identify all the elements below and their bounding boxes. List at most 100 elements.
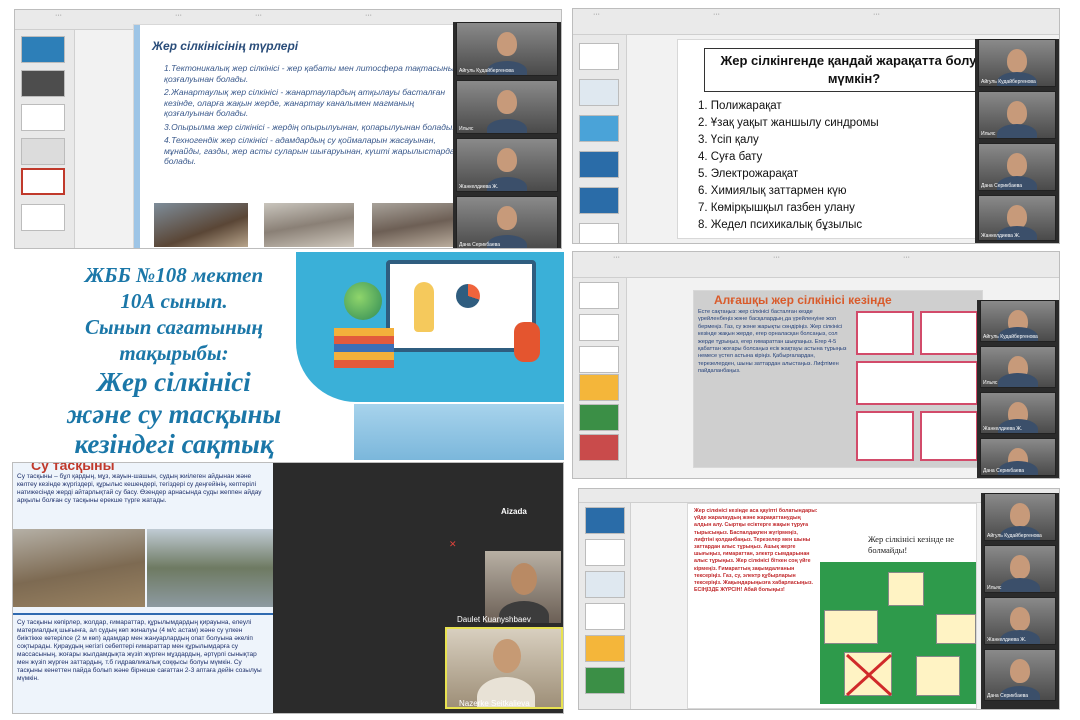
screenshot-panel-dont-do: Жер сілкінісі кезінде аса қауіпті болаты… xyxy=(578,488,1060,710)
slide-thumbnail-selected[interactable] xyxy=(21,168,65,195)
person-illustration xyxy=(514,322,540,362)
flood-paragraph: Су тасқыны көпірлер, жолдар, ғимараттар,… xyxy=(17,619,262,682)
slide-thumbnail[interactable] xyxy=(21,138,65,165)
rule-picture xyxy=(936,614,976,644)
slide-thumbnail[interactable] xyxy=(579,282,619,309)
safety-pictogram xyxy=(856,411,914,461)
slide-thumbnail[interactable] xyxy=(579,434,619,461)
prohibit-cross-icon xyxy=(845,653,893,697)
participant-name-label: Nazerke Seitkalieva xyxy=(459,699,530,708)
rule-picture xyxy=(888,572,924,606)
video-participants-strip: Айгуль Кудайбергенова Ильяс Жанкелдиева … xyxy=(981,493,1059,709)
instructions-text: Есте сақтаңыз: жер сілкінісі басталған к… xyxy=(698,309,847,375)
slide-canvas: Жер сілкінгенде қандай жарақатта болуы м… xyxy=(677,39,977,239)
participant-video[interactable]: Ильяс xyxy=(978,91,1056,139)
slide-title: Алғашқы жер сілкінісі кезінде xyxy=(714,293,892,307)
slide-title: Жер сілкінгенде қандай жарақатта болуы м… xyxy=(720,53,977,86)
participant-video[interactable]: Айгуль Кудайбергенова xyxy=(980,300,1056,342)
list-item: 6. Химиялық заттармен күю xyxy=(698,185,847,197)
subtitle-line: Сынып сағатының xyxy=(84,315,264,339)
class-hour-title-card: ЖББ №108 мектеп 10А сынып. Сынып сағатын… xyxy=(14,252,564,460)
participant-video[interactable]: Дана Серикбаева xyxy=(456,196,558,248)
flood-photo-car xyxy=(13,529,145,607)
participant-name-label: Daulet Kuanyshbaev xyxy=(457,615,531,624)
slide-thumbnail[interactable] xyxy=(21,70,65,97)
list-item: 5. Электрожарақат xyxy=(698,168,799,180)
participant-video-active[interactable] xyxy=(445,627,563,709)
slide-thumbnail[interactable] xyxy=(579,346,619,373)
list-item: 1. Полижарақат xyxy=(698,100,782,112)
slide-thumbnail[interactable] xyxy=(21,36,65,63)
ppt-ribbon: ··· ··· ··· xyxy=(573,9,1059,35)
participant-video[interactable]: Айгуль Кудайбергенова xyxy=(456,22,558,76)
slide-thumbnail[interactable] xyxy=(579,79,619,106)
topic-title: және су тасқыны xyxy=(66,399,282,429)
globe-icon xyxy=(344,282,382,320)
slide-thumbnail[interactable] xyxy=(21,204,65,231)
slide-thumbnail[interactable] xyxy=(579,187,619,214)
slide-thumbnail[interactable] xyxy=(585,667,625,694)
video-participants-strip: Айгуль Кудайбергенова Ильяс Жанкелдиева … xyxy=(453,22,561,248)
subtitle-line: тақырыбы: xyxy=(119,341,229,365)
slide-thumbnail[interactable] xyxy=(579,115,619,142)
slide-thumbnail[interactable] xyxy=(585,635,625,662)
participant-video[interactable]: Айгуль Кудайбергенова xyxy=(984,493,1056,541)
list-item: 3. Үсіп қалу xyxy=(698,134,759,146)
slide-title: Жер сілкінісінің түрлері xyxy=(152,39,299,53)
slide-canvas: Жер сілкінісі кезінде аса қауіпті болаты… xyxy=(687,503,977,709)
list-item: 7. Көмірқышқыл газбен улану xyxy=(698,202,855,214)
slide-thumbnail[interactable] xyxy=(21,104,65,131)
slide-thumbnails[interactable] xyxy=(573,278,627,478)
participant-video[interactable]: Ильяс xyxy=(456,80,558,134)
screenshot-panel-first-quake: ··· ··· ··· Алғашқы жер сілкінісі кезінде … xyxy=(572,251,1060,479)
slide-thumbnail[interactable] xyxy=(579,43,619,70)
pie-chart-icon xyxy=(456,284,480,308)
slide-thumbnail[interactable] xyxy=(585,603,625,630)
disaster-photo xyxy=(372,203,462,247)
participant-video[interactable] xyxy=(485,551,561,623)
slide-thumbnail[interactable] xyxy=(579,223,619,243)
slide-thumbnail[interactable] xyxy=(579,314,619,341)
warnings-text: Жер сілкінісі кезінде аса қауіпті болаты… xyxy=(694,508,818,594)
safety-pictogram xyxy=(856,361,978,405)
participant-video[interactable]: Ильяс xyxy=(980,346,1056,388)
avatar xyxy=(511,563,537,595)
list-item: 3.Опырылма жер сілкінісі - жердің опырыл… xyxy=(164,121,455,132)
list-item: 2. Ұзақ уақыт жаншылу синдромы xyxy=(698,117,879,129)
book-stack-icon xyxy=(334,328,394,368)
slide-thumbnails[interactable] xyxy=(579,503,631,709)
participant-video[interactable]: Жанкелдиева Ж. xyxy=(978,195,1056,241)
slide-thumbnail[interactable] xyxy=(585,539,625,566)
slide-divider xyxy=(13,613,273,615)
safety-pictogram xyxy=(920,311,978,355)
slide-sidebar-stripe xyxy=(134,25,140,248)
desk-photo xyxy=(354,404,564,460)
list-item: 8. Жедел психикалық бұзылыс xyxy=(698,219,863,231)
slide-thumbnails[interactable] xyxy=(15,30,75,248)
screenshot-panel-flood: Су тасқыны Су тасқыны – бұл қардың, мұз,… xyxy=(12,462,564,714)
ppt-ribbon: ··· ··· ··· xyxy=(573,252,1059,278)
prohibited-picture xyxy=(844,652,893,697)
safety-pictogram xyxy=(856,311,914,355)
slide-thumbnails[interactable] xyxy=(573,35,627,243)
participant-video[interactable]: Дана Серикбаева xyxy=(978,143,1056,191)
slide-thumbnail[interactable] xyxy=(579,404,619,431)
video-participants-strip: Айгуль Кудайбергенова Ильяс Жанкелдиева … xyxy=(977,300,1059,478)
slide-thumbnail[interactable] xyxy=(579,151,619,178)
slide-thumbnail[interactable] xyxy=(585,507,625,534)
list-item: 4. Суға бату xyxy=(698,151,763,163)
participant-video[interactable]: Жанкелдиева Ж. xyxy=(456,138,558,192)
participant-video[interactable]: Жанкелдиева Ж. xyxy=(980,392,1056,434)
participant-video[interactable]: Дана Серикбаева xyxy=(980,438,1056,476)
flood-paragraph: Су тасқыны – бұл қардың, мұз, жауын-шашы… xyxy=(17,473,262,504)
slide-thumbnail[interactable] xyxy=(585,571,625,598)
participant-video[interactable]: Ильяс xyxy=(984,545,1056,593)
participant-video[interactable]: Дана Серикбаева xyxy=(984,649,1056,701)
types-list: 1.Тектоникалық жер сілкінісі - жер қабат… xyxy=(164,63,462,170)
disaster-photo xyxy=(264,203,354,247)
participant-video[interactable]: Жанкелдиева Ж. xyxy=(984,597,1056,645)
participant-video[interactable]: Айгуль Кудайбергенова xyxy=(978,39,1056,87)
slide-thumbnail[interactable] xyxy=(579,374,619,401)
list-item: 4.Техногендік жер сілкінісі - адамдардың… xyxy=(164,135,460,166)
class-name: 10А сынып. xyxy=(120,289,228,313)
